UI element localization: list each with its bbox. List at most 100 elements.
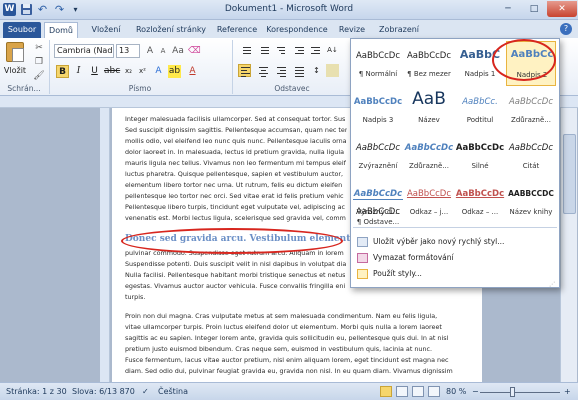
ribbon-tabs: Soubor Domů Vložení Rozložení stránky Re…: [0, 20, 578, 38]
proofing-icon[interactable]: ✓: [142, 387, 149, 396]
style-subtle-emphasis[interactable]: AaBbCcDc Zdůrazně...: [506, 87, 556, 132]
close-button[interactable]: ✕: [547, 1, 577, 17]
scrollbar-thumb[interactable]: [563, 134, 576, 214]
zoom-slider-thumb[interactable]: [510, 387, 515, 397]
sort-icon[interactable]: A↓: [326, 43, 339, 56]
tab-review[interactable]: Revize: [334, 22, 370, 38]
maximize-button[interactable]: □: [521, 1, 547, 17]
print-layout-view-button[interactable]: [380, 386, 392, 397]
superscript-button[interactable]: x²: [136, 65, 149, 78]
highlight-icon[interactable]: ab: [168, 65, 181, 78]
clear-formatting-icon[interactable]: ⌫: [188, 45, 201, 57]
align-left-button[interactable]: [238, 64, 251, 77]
tab-view[interactable]: Zobrazení: [376, 22, 422, 38]
shrink-font-icon[interactable]: A: [157, 45, 169, 57]
zoom-in-button[interactable]: +: [564, 387, 571, 396]
gallery-divider: [353, 227, 557, 228]
clear-formatting-icon: [357, 253, 368, 263]
style-sample: AaBbCcDc: [355, 143, 401, 153]
font-size-combo[interactable]: 13: [116, 44, 140, 58]
style-list-paragraph[interactable]: AaBbCcDc ¶ Odstave...: [353, 205, 403, 227]
change-case-icon[interactable]: Aa: [172, 45, 184, 57]
resize-grip-icon[interactable]: ⋰: [549, 281, 557, 288]
style-sample: AaBbCcDc: [406, 51, 452, 61]
text-line: turpis.: [125, 293, 146, 301]
web-layout-button[interactable]: [412, 386, 424, 397]
clear-formatting-action[interactable]: Vymazat formátování: [357, 253, 454, 265]
text-effects-icon[interactable]: A: [152, 65, 165, 78]
style-sample: AaB: [412, 89, 446, 109]
font-color-icon[interactable]: A: [186, 65, 199, 78]
help-icon[interactable]: ?: [560, 23, 572, 35]
zoom-out-button[interactable]: −: [472, 387, 479, 396]
style-heading-3[interactable]: AaBbCcDc Nadpis 3: [353, 87, 403, 132]
page-count[interactable]: Stránka: 1 z 30: [6, 387, 67, 396]
bold-button[interactable]: B: [56, 65, 69, 78]
underline-button[interactable]: U: [88, 65, 101, 78]
strikethrough-button[interactable]: abc: [104, 65, 120, 78]
shading-icon[interactable]: [326, 64, 339, 77]
text-line: Fusce fermentum, lacus vitae auctor pret…: [125, 356, 449, 364]
style-name: ¶ Odstave...: [356, 218, 400, 226]
paste-button-label[interactable]: Vložit: [2, 66, 28, 75]
save-selection-as-style[interactable]: Uložit výběr jako nový rychlý styl...: [357, 237, 504, 249]
zoom-slider-track[interactable]: [480, 392, 560, 393]
decrease-indent-icon[interactable]: [292, 43, 305, 56]
align-center-button[interactable]: [256, 64, 269, 77]
multilevel-list-icon[interactable]: [274, 43, 287, 56]
vertical-scrollbar[interactable]: [560, 108, 577, 382]
style-no-spacing[interactable]: AaBbCcDc ¶ Bez mezer: [404, 41, 454, 86]
style-quote[interactable]: AaBbCcDc Citát: [506, 133, 556, 178]
tab-page-layout[interactable]: Rozložení stránky: [134, 22, 208, 38]
numbering-icon[interactable]: [256, 43, 269, 56]
style-name: Citát: [522, 162, 540, 170]
style-subtle-reference[interactable]: AaBbCcDc Odkaz – j...: [404, 179, 454, 224]
tab-mailings[interactable]: Korespondence: [266, 22, 328, 38]
style-normal[interactable]: AaBbCcDc ¶ Normální: [353, 41, 403, 86]
align-right-button[interactable]: [274, 64, 287, 77]
style-name: Odkaz – j...: [409, 208, 449, 216]
zoom-level[interactable]: 80 %: [446, 387, 466, 396]
full-screen-reading-button[interactable]: [396, 386, 408, 397]
text-line: mauris ligula nec tellus. Vivamus non le…: [125, 159, 346, 167]
language[interactable]: Čeština: [158, 387, 188, 396]
copy-icon[interactable]: ❐: [33, 56, 45, 68]
vertical-ruler[interactable]: [100, 108, 110, 382]
style-subtitle[interactable]: AaBbCc. Podtitul: [455, 87, 505, 132]
grow-font-icon[interactable]: A: [144, 45, 156, 57]
outline-view-button[interactable]: [428, 386, 440, 397]
paste-icon[interactable]: [6, 42, 24, 62]
text-line: Pellentesque libero turpis, tincidunt eg…: [125, 203, 345, 211]
tab-references[interactable]: Reference: [214, 22, 260, 38]
cut-icon[interactable]: ✂: [33, 42, 45, 54]
style-emphasis[interactable]: AaBbCcDc Zvýraznění: [353, 133, 403, 178]
bullets-icon[interactable]: [238, 43, 251, 56]
subscript-button[interactable]: x₂: [122, 65, 135, 78]
window-title: Dokument1 - Microsoft Word: [224, 4, 354, 14]
action-label: Vymazat formátování: [373, 253, 454, 262]
format-painter-icon[interactable]: 🖌: [33, 70, 45, 82]
word-count[interactable]: Slova: 6/13 870: [72, 387, 135, 396]
apply-styles-action[interactable]: Použít styly...: [357, 269, 422, 281]
font-name-combo[interactable]: Cambria (Nadpi: [54, 44, 114, 58]
justify-button[interactable]: [292, 64, 305, 77]
tab-file[interactable]: Soubor: [3, 22, 41, 38]
style-strong[interactable]: AaBbCcDc Silné: [455, 133, 505, 178]
text-line: Suspendisse potenti. Duis suscipit velit…: [125, 260, 347, 268]
style-sample: AaBbCcDc: [508, 97, 554, 107]
increase-indent-icon[interactable]: [308, 43, 321, 56]
style-title[interactable]: AaB Název: [404, 87, 454, 132]
style-sample: AaBbCcDc: [455, 143, 505, 153]
tab-insert[interactable]: Vložení: [84, 22, 128, 38]
minimize-button[interactable]: ─: [495, 1, 521, 17]
style-name: ¶ Bez mezer: [407, 70, 451, 78]
style-book-title[interactable]: AABBCCDC Název knihy: [506, 179, 556, 224]
tab-home[interactable]: Domů: [44, 22, 78, 38]
style-intense-reference[interactable]: AaBbCcDc Odkaz – ...: [455, 179, 505, 224]
highlight-annotation-circle: [492, 39, 556, 81]
line-spacing-icon[interactable]: ↕: [310, 64, 323, 77]
style-intense-emphasis[interactable]: AaBbCcDc Zdůrazně...: [404, 133, 454, 178]
text-line: luctus pharetra. Quisque pellentesque, s…: [125, 170, 344, 178]
italic-button[interactable]: I: [72, 65, 85, 78]
text-line: dolor laoreet in. In malesuada, lectus i…: [125, 148, 345, 156]
